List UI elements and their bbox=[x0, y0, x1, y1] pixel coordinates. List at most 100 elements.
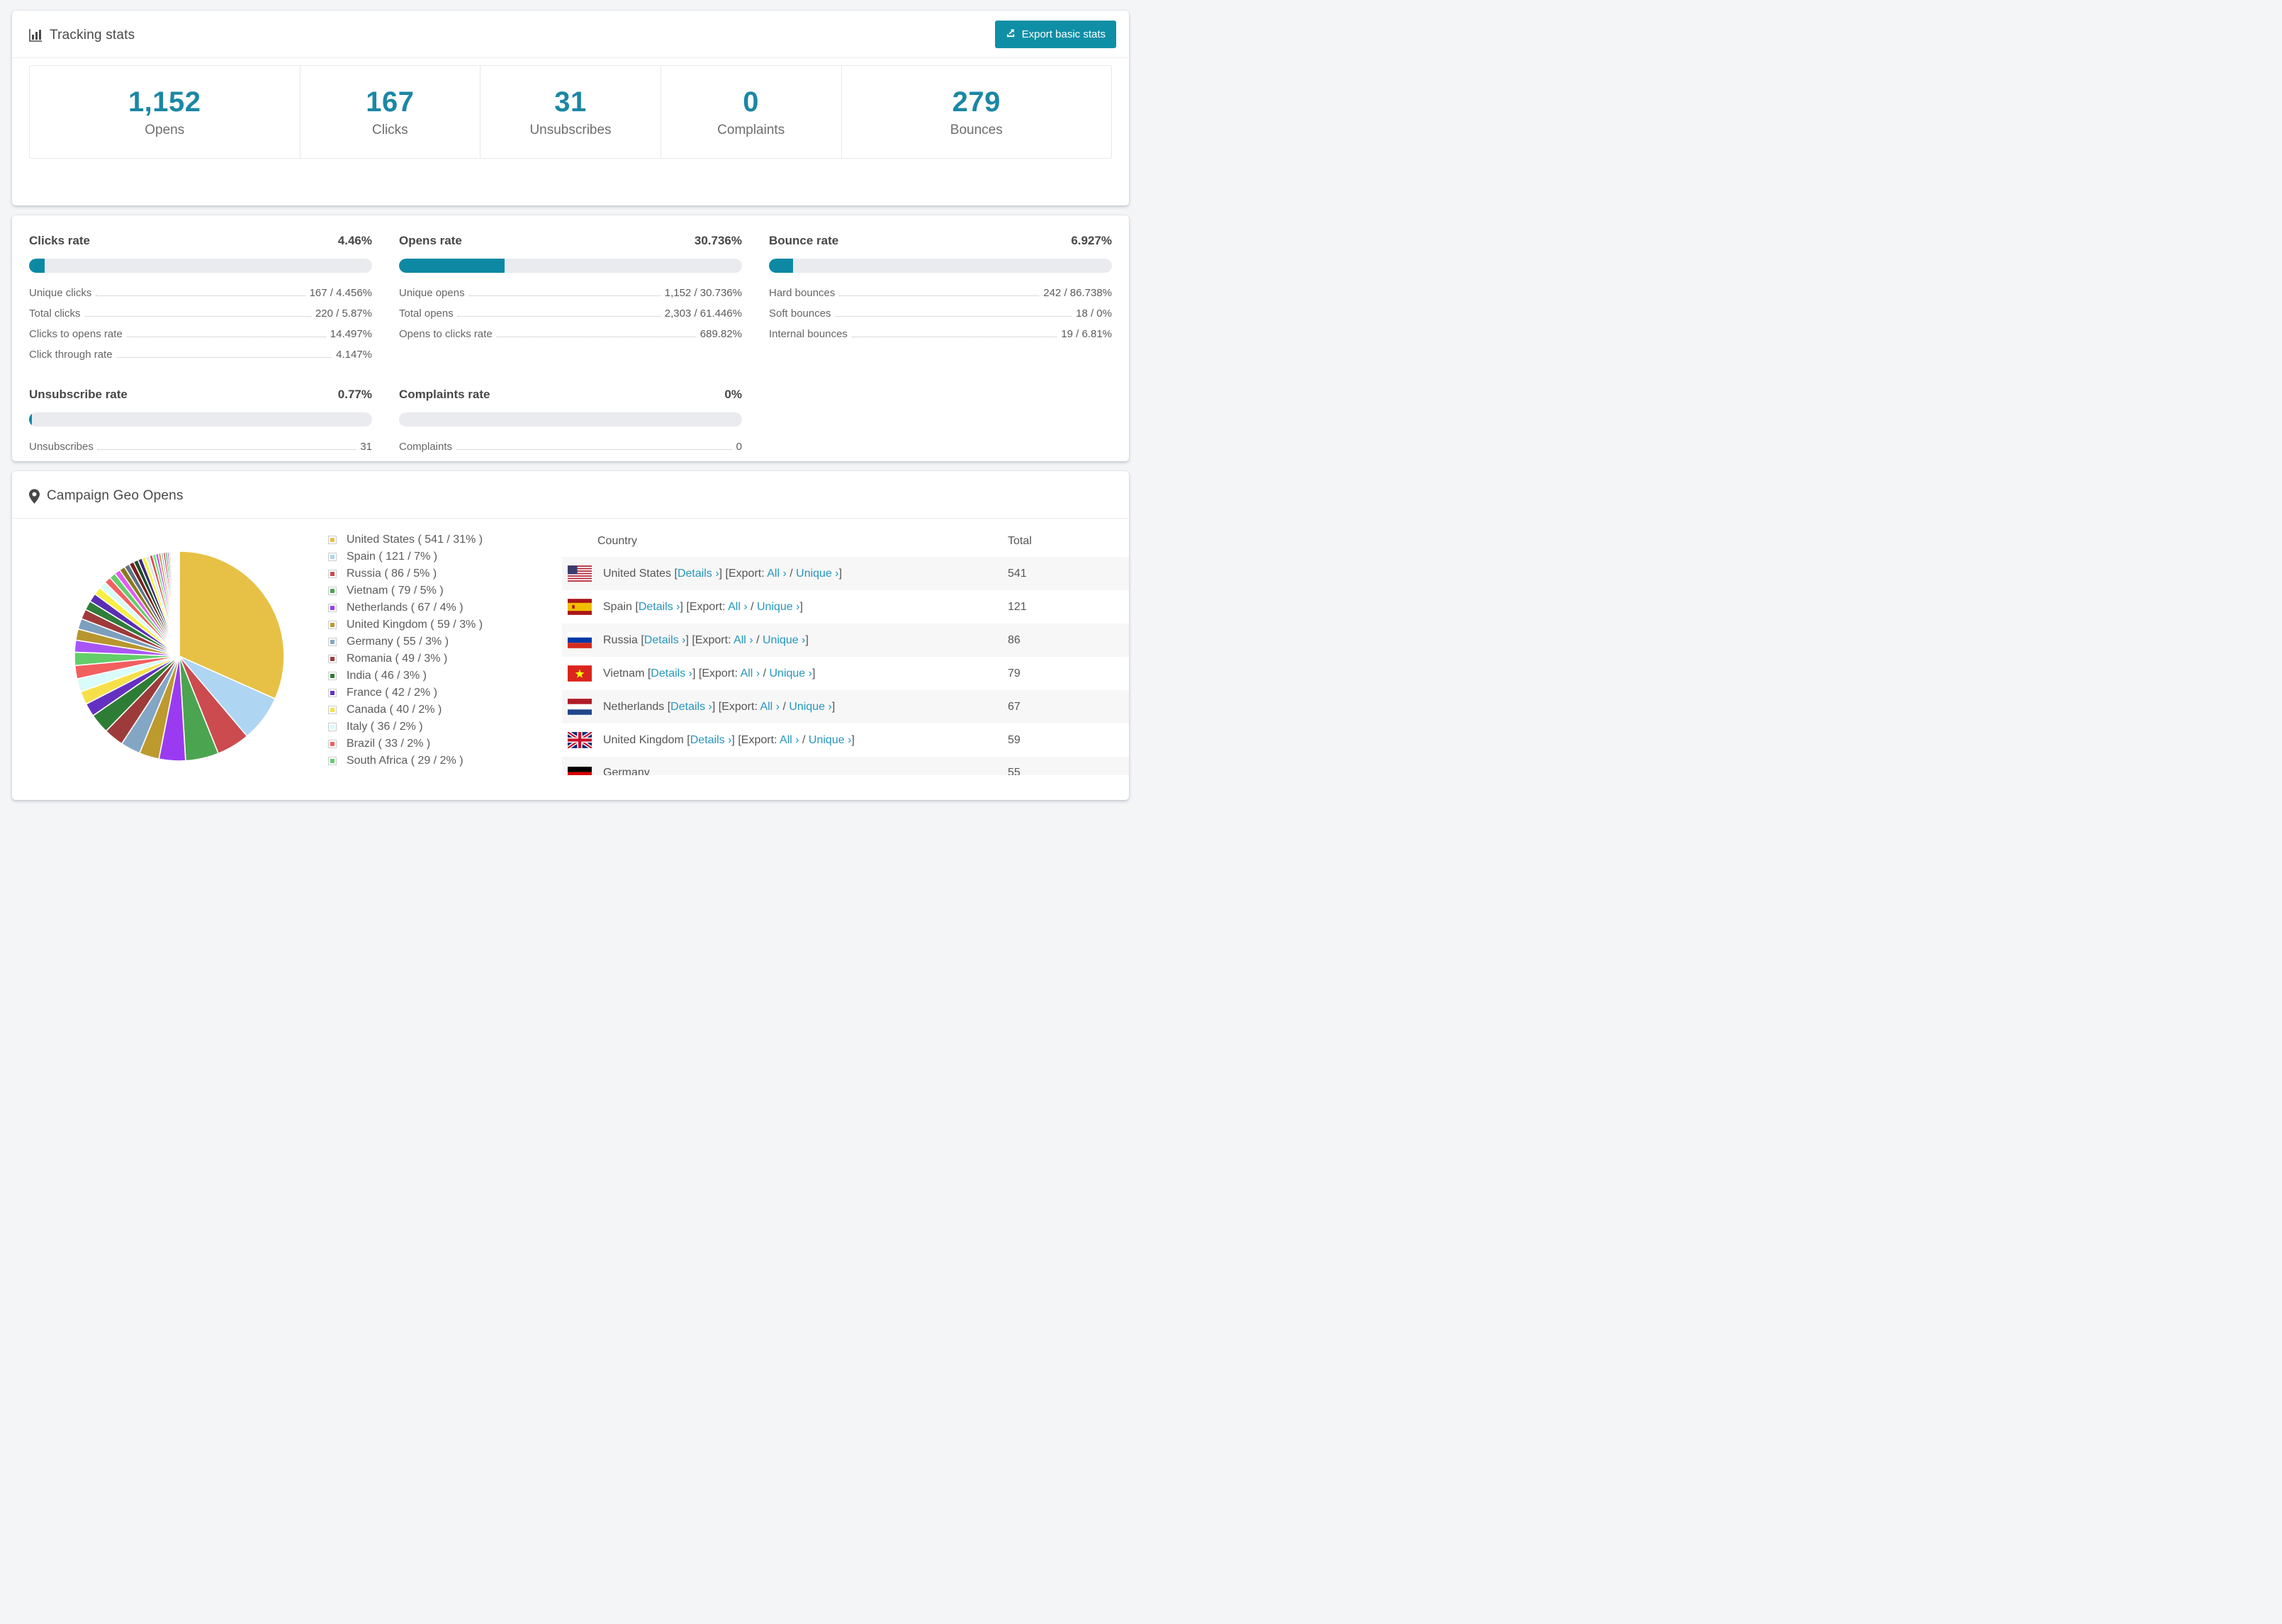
complaints-count: 0 bbox=[743, 86, 760, 118]
geo-opens-title: Campaign Geo Opens bbox=[47, 488, 184, 503]
export-unique-link[interactable]: Unique › bbox=[763, 634, 805, 646]
details-link[interactable]: Details › bbox=[670, 701, 712, 713]
total-cell: 86 bbox=[1008, 633, 1021, 646]
stat-row: Unsubscribes 31 bbox=[29, 441, 372, 453]
clicks-rate-value: 4.46% bbox=[337, 234, 372, 247]
stat-row: Click through rate 4.147% bbox=[29, 349, 372, 361]
geo-country-table: Country Total United States [Details ›] … bbox=[562, 526, 1129, 775]
opens-rate-title: Opens rate bbox=[399, 234, 462, 247]
geo-legend: United States ( 541 / 31% ) Spain ( 121 … bbox=[328, 533, 562, 775]
opens-rate-block: Opens rate 30.736% Unique opens 1,152 / 3… bbox=[399, 234, 742, 361]
summary-clicks: 167 Clicks bbox=[299, 66, 480, 158]
country-column-header: Country bbox=[597, 535, 638, 547]
stat-row: Unique clicks 167 / 4.456% bbox=[29, 287, 372, 299]
legend-item[interactable]: United Kingdom ( 59 / 3% ) bbox=[328, 618, 562, 632]
bounce-rate-value: 6.927% bbox=[1071, 234, 1112, 247]
map-pin-icon bbox=[29, 488, 40, 504]
page-title: Tracking stats bbox=[50, 28, 135, 43]
clicks-rate-block: Clicks rate 4.46% Unique clicks 167 / 4.4… bbox=[29, 234, 372, 361]
export-all-link[interactable]: All › bbox=[741, 667, 760, 680]
table-row: Vietnam [Details ›] [Export: All › / Uni… bbox=[562, 657, 1129, 690]
bounce-rate-title: Bounce rate bbox=[769, 234, 839, 247]
table-header-row: Country Total bbox=[562, 526, 1129, 557]
legend-item[interactable]: United States ( 541 / 31% ) bbox=[328, 533, 562, 547]
total-cell: 79 bbox=[1008, 667, 1021, 680]
vn-flag-icon bbox=[568, 665, 592, 682]
clicks-count: 167 bbox=[366, 86, 415, 118]
export-basic-stats-button[interactable]: Export basic stats bbox=[994, 21, 1116, 48]
export-unique-link[interactable]: Unique › bbox=[769, 667, 811, 680]
legend-item[interactable]: Russia ( 86 / 5% ) bbox=[328, 567, 562, 581]
details-link[interactable]: Details › bbox=[644, 634, 686, 646]
complaints-rate-progressbar bbox=[399, 412, 742, 427]
export-unique-link[interactable]: Unique › bbox=[757, 601, 799, 613]
rates-card: Clicks rate 4.46% Unique clicks 167 / 4.4… bbox=[12, 215, 1129, 461]
complaints-rate-title: Complaints rate bbox=[399, 388, 490, 401]
legend-item[interactable]: Netherlands ( 67 / 4% ) bbox=[328, 601, 562, 615]
us-flag-icon bbox=[568, 565, 592, 582]
export-all-link[interactable]: All › bbox=[728, 601, 748, 613]
legend-swatch bbox=[328, 672, 337, 680]
details-link[interactable]: Details › bbox=[690, 734, 732, 746]
opens-count: 1,152 bbox=[128, 86, 201, 118]
total-column-header: Total bbox=[1008, 535, 1032, 547]
clicks-rate-title: Clicks rate bbox=[29, 234, 90, 247]
bar-chart-icon bbox=[29, 28, 43, 43]
details-link[interactable]: Details › bbox=[639, 601, 680, 613]
gb-flag-icon bbox=[568, 732, 592, 748]
legend-item[interactable]: Brazil ( 33 / 2% ) bbox=[328, 737, 562, 751]
legend-item[interactable]: Romania ( 49 / 3% ) bbox=[328, 652, 562, 666]
export-all-link[interactable]: All › bbox=[734, 634, 753, 646]
tracking-stats-header: Tracking stats Export basic stats bbox=[12, 11, 1129, 58]
total-cell: 55 bbox=[1008, 767, 1021, 775]
ru-flag-icon bbox=[568, 632, 592, 648]
stat-row: Complaints 0 bbox=[399, 441, 742, 453]
table-row: United Kingdom [Details ›] [Export: All … bbox=[562, 723, 1129, 757]
stat-row: Internal bounces 19 / 6.81% bbox=[769, 328, 1112, 340]
legend-item[interactable]: Canada ( 40 / 2% ) bbox=[328, 703, 562, 717]
stat-row: Total clicks 220 / 5.87% bbox=[29, 308, 372, 320]
stat-row: Opens to clicks rate 689.82% bbox=[399, 328, 742, 340]
table-row: Netherlands [Details ›] [Export: All › /… bbox=[562, 690, 1129, 723]
tracking-stats-card: Tracking stats Export basic stats 1,152 … bbox=[12, 11, 1129, 205]
opens-rate-progressbar bbox=[399, 259, 742, 273]
legend-swatch bbox=[328, 604, 337, 612]
unsubscribe-rate-title: Unsubscribe rate bbox=[29, 388, 128, 401]
stat-row: Hard bounces 242 / 86.738% bbox=[769, 287, 1112, 299]
legend-swatch bbox=[328, 723, 337, 731]
export-unique-link[interactable]: Unique › bbox=[789, 701, 831, 713]
legend-item[interactable]: Germany ( 55 / 3% ) bbox=[328, 635, 562, 649]
legend-swatch bbox=[328, 655, 337, 663]
unsubscribe-rate-progressbar bbox=[29, 412, 372, 427]
summary-unsubscribes: 31 Unsubscribes bbox=[480, 66, 661, 158]
legend-item[interactable]: France ( 42 / 2% ) bbox=[328, 686, 562, 700]
legend-swatch bbox=[328, 706, 337, 714]
export-unique-link[interactable]: Unique › bbox=[796, 568, 838, 580]
clicks-rate-progressbar bbox=[29, 259, 372, 273]
table-row: United States [Details ›] [Export: All ›… bbox=[562, 557, 1129, 590]
details-link[interactable]: Details › bbox=[678, 568, 719, 580]
stat-row: Clicks to opens rate 14.497% bbox=[29, 328, 372, 340]
legend-item[interactable]: India ( 46 / 3% ) bbox=[328, 669, 562, 683]
legend-item[interactable]: Vietnam ( 79 / 5% ) bbox=[328, 584, 562, 598]
bounce-rate-block: Bounce rate 6.927% Hard bounces 242 / 86.… bbox=[769, 234, 1112, 361]
details-link[interactable]: Details › bbox=[651, 667, 692, 680]
es-flag-icon bbox=[568, 599, 592, 615]
stat-row: Total opens 2,303 / 61.446% bbox=[399, 308, 742, 320]
table-row-partial: Germany 55 bbox=[562, 757, 1129, 775]
export-icon bbox=[1006, 28, 1016, 41]
total-cell: 59 bbox=[1008, 733, 1021, 746]
legend-item[interactable]: Spain ( 121 / 7% ) bbox=[328, 550, 562, 564]
table-row: Spain [Details ›] [Export: All › / Uniqu… bbox=[562, 590, 1129, 624]
export-unique-link[interactable]: Unique › bbox=[809, 734, 851, 746]
legend-swatch bbox=[328, 621, 337, 629]
export-all-link[interactable]: All › bbox=[767, 568, 787, 580]
legend-item[interactable]: South Africa ( 29 / 2% ) bbox=[328, 754, 562, 768]
legend-item[interactable]: Italy ( 36 / 2% ) bbox=[328, 720, 562, 734]
legend-swatch bbox=[328, 587, 337, 595]
export-all-link[interactable]: All › bbox=[780, 734, 799, 746]
unsubscribe-rate-value: 0.77% bbox=[337, 388, 372, 401]
legend-swatch bbox=[328, 689, 337, 697]
export-all-link[interactable]: All › bbox=[760, 701, 780, 713]
geo-pie-chart bbox=[73, 550, 286, 762]
